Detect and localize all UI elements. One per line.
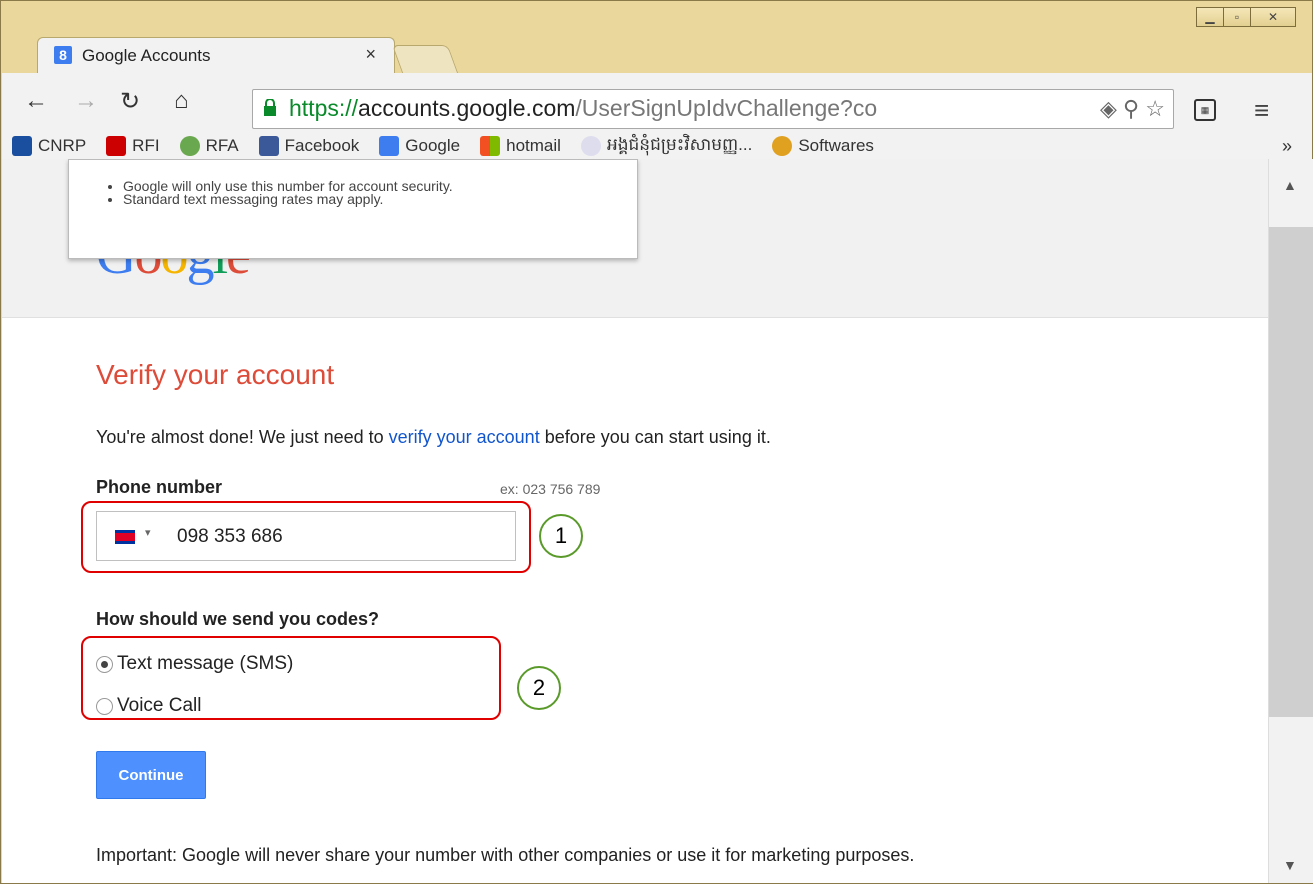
home-icon[interactable]: ⌂ — [174, 87, 189, 115]
back-icon[interactable]: ← — [24, 87, 48, 115]
continue-button[interactable]: Continue — [96, 751, 206, 799]
url-text: https://accounts.google.com/UserSignUpId… — [289, 95, 877, 122]
annotation-circle-2: 2 — [517, 666, 561, 710]
phone-example: ex: 023 756 789 — [500, 481, 601, 497]
zoom-icon[interactable]: ⚲ — [1123, 96, 1139, 121]
phone-label: Phone number — [96, 477, 223, 497]
bookmark-rfi[interactable]: RFI — [106, 136, 160, 156]
bookmark-google[interactable]: Google — [379, 136, 460, 156]
url-host: accounts.google.com — [358, 95, 576, 121]
bookmark-label: អង្គជំនុំជម្រះវិសាមញ្ញ... — [606, 134, 753, 154]
google-icon — [379, 136, 400, 156]
extension-icon[interactable]: ▦ — [1194, 99, 1216, 121]
bookmark-eccc[interactable]: អង្គជំនុំជម្រះវិសាមញ្ញ... — [580, 134, 753, 159]
important-note: Important: Google will never share your … — [96, 845, 915, 865]
bookmark-label: RFI — [132, 136, 160, 155]
address-bar[interactable]: https://accounts.google.com/UserSignUpId… — [252, 89, 1174, 129]
annotation-box-phone — [81, 501, 531, 573]
reload-icon[interactable]: ↻ — [120, 87, 140, 116]
annotation-circle-1: 1 — [539, 514, 583, 558]
bookmark-label: Facebook — [284, 136, 360, 155]
facebook-icon — [258, 136, 279, 156]
bookmark-label: CNRP — [38, 136, 87, 155]
maximize-button[interactable]: ▫ — [1223, 7, 1251, 27]
bookmark-rfa[interactable]: RFA — [179, 136, 239, 156]
phone-tooltip: Google will only use this number for acc… — [68, 159, 638, 259]
lock-icon — [264, 99, 276, 116]
bookmark-label: Softwares — [798, 136, 874, 155]
scroll-up-icon[interactable]: ▲ — [1283, 177, 1297, 193]
tab-title: Google Accounts — [82, 46, 211, 65]
bookmark-softwares[interactable]: Softwares — [772, 136, 874, 156]
windows-icon — [480, 136, 501, 156]
menu-icon[interactable]: ≡ — [1254, 95, 1269, 126]
minimize-button[interactable]: ▁ — [1196, 7, 1224, 27]
annotation-box-options — [81, 636, 501, 720]
bookmarks-bar: CNRP RFI RFA Facebook Google hotmail អង្… — [2, 133, 1312, 159]
forward-icon[interactable]: → — [74, 87, 98, 115]
bookmark-label: Google — [405, 136, 461, 155]
bookmark-label: hotmail — [506, 136, 561, 155]
scroll-down-icon[interactable]: ▼ — [1283, 857, 1297, 873]
page-viewport: Google Google will only use this number … — [2, 159, 1268, 883]
intro-after: before you can start using it. — [539, 427, 771, 447]
url-scheme: https:// — [289, 95, 359, 121]
star-icon[interactable]: ☆ — [1145, 96, 1165, 121]
send-codes-label: How should we send you codes? — [96, 609, 380, 629]
cnrp-icon — [12, 136, 32, 156]
bookmarks-more-icon[interactable]: » — [1282, 136, 1292, 157]
rfa-icon — [179, 136, 200, 156]
page-title: Verify your account — [96, 359, 335, 390]
tooltip-item: Standard text messaging rates may apply. — [123, 192, 637, 206]
verify-link[interactable]: verify your account — [389, 427, 540, 447]
softwares-icon — [772, 136, 793, 156]
close-window-button[interactable]: ✕ — [1250, 7, 1296, 27]
scrollbar-thumb[interactable] — [1269, 227, 1313, 717]
browser-window: ▁ ▫ ✕ 8 Google Accounts × ← → ↻ ⌂ https:… — [0, 0, 1313, 884]
bookmark-hotmail[interactable]: hotmail — [480, 136, 561, 156]
eccc-icon — [580, 136, 601, 156]
bookmark-label: RFA — [205, 136, 239, 155]
browser-toolbar: ← → ↻ ⌂ https://accounts.google.com/User… — [2, 73, 1312, 159]
tab-close-icon[interactable]: × — [365, 44, 376, 65]
browser-tab[interactable]: 8 Google Accounts × — [37, 37, 395, 73]
bookmark-facebook[interactable]: Facebook — [258, 136, 360, 156]
bookmark-cnrp[interactable]: CNRP — [12, 136, 86, 156]
new-tab-button[interactable] — [391, 45, 459, 73]
translate-icon[interactable]: ◈ — [1100, 96, 1117, 121]
omnibox-icons: ◈ ⚲ ☆ — [1100, 96, 1165, 122]
window-controls: ▁ ▫ ✕ — [1196, 7, 1296, 27]
vertical-scrollbar[interactable]: ▲ ▼ — [1268, 159, 1313, 883]
google-favicon-icon: 8 — [54, 46, 72, 64]
intro-text: You're almost done! We just need to veri… — [96, 427, 771, 448]
intro-before: You're almost done! We just need to — [96, 427, 389, 447]
rfi-icon — [106, 136, 127, 156]
url-path: /UserSignUpIdvChallenge?co — [575, 95, 878, 121]
header-band: Google Google will only use this number … — [2, 159, 1268, 318]
